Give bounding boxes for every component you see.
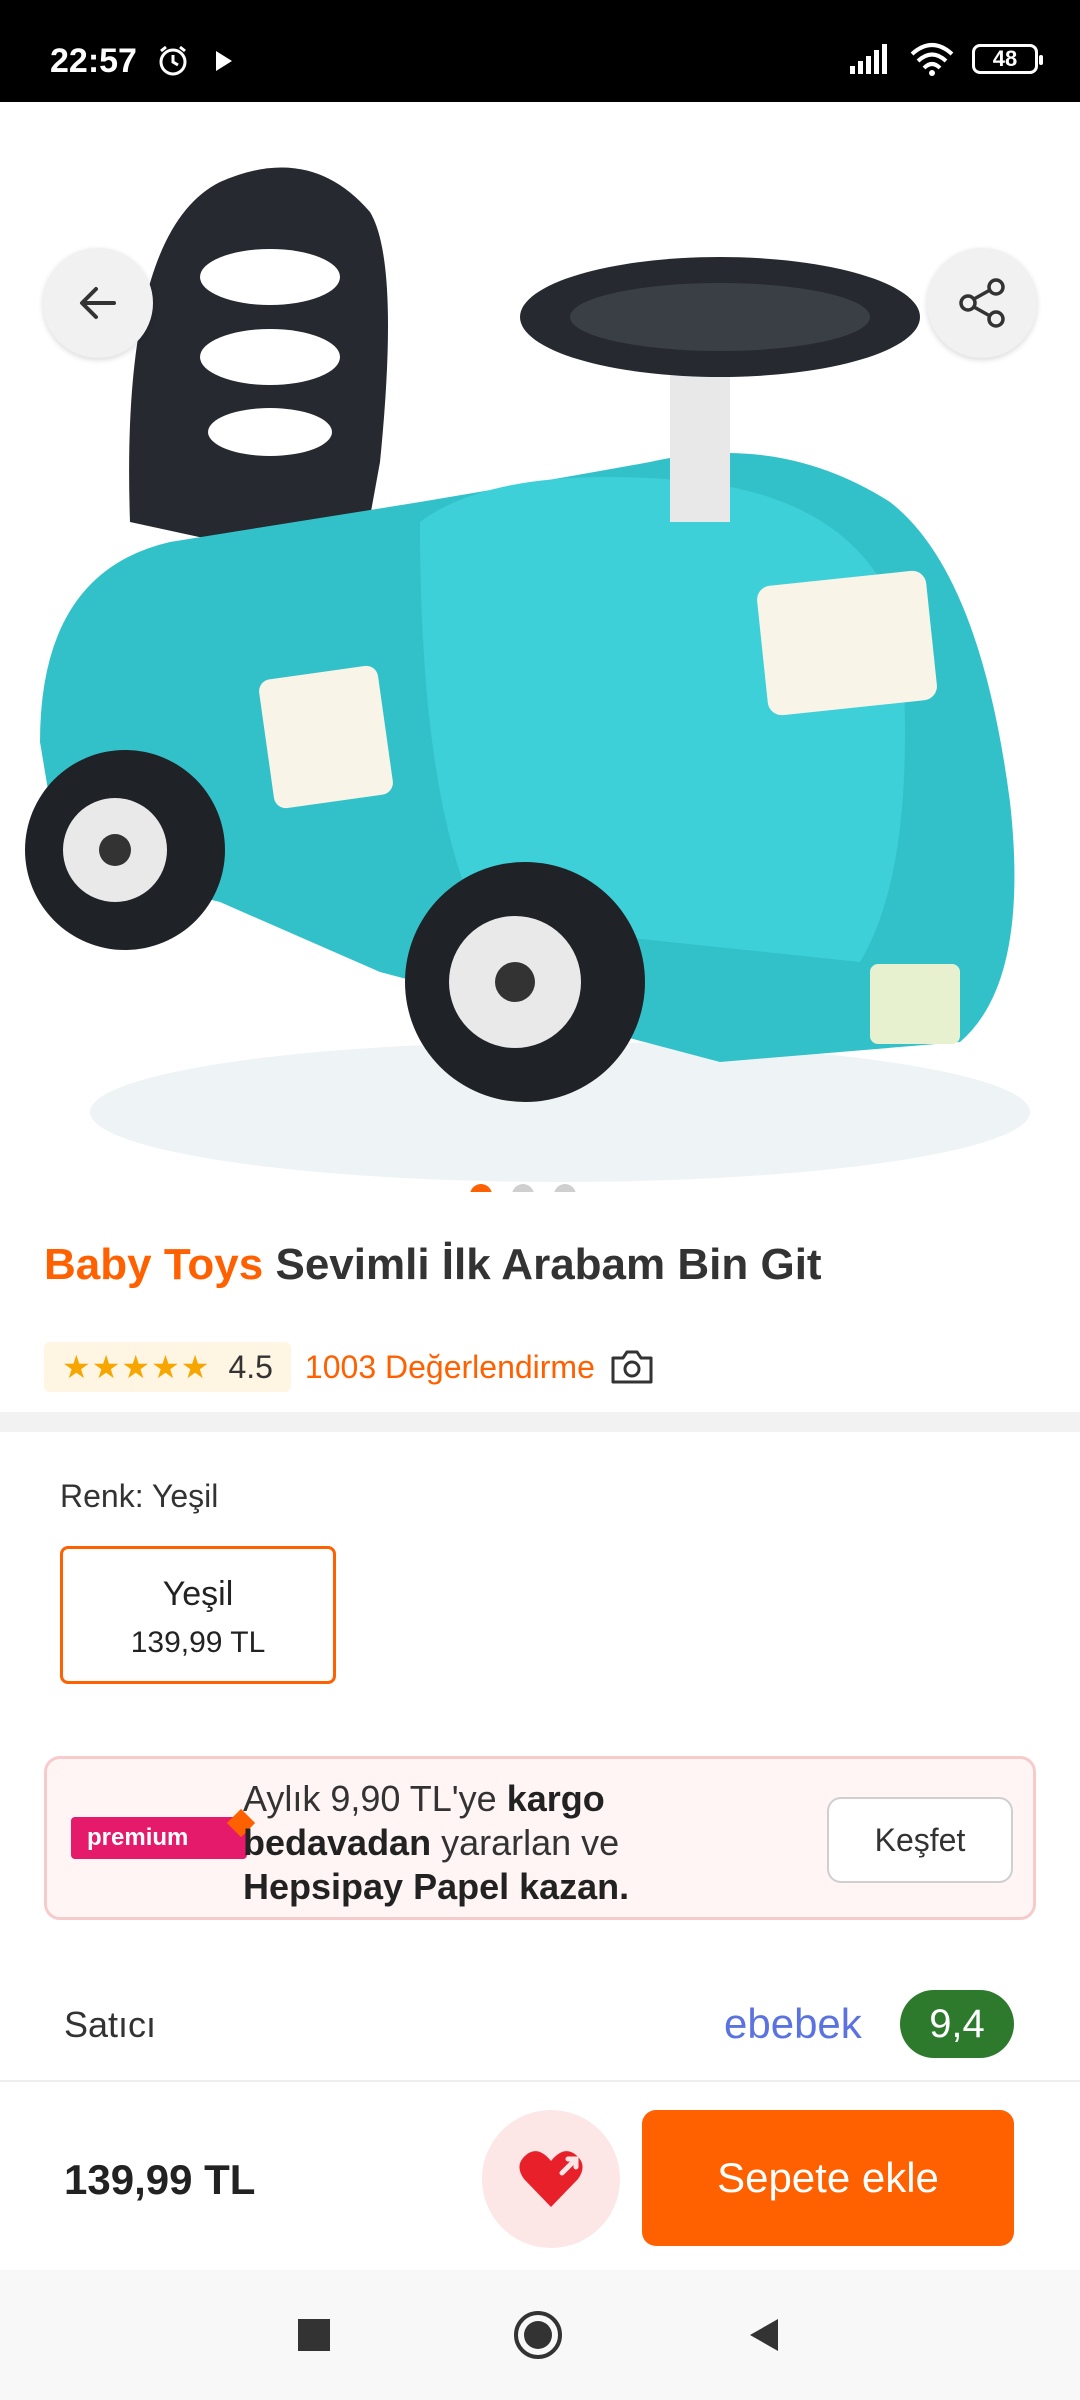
heart-icon: [519, 2151, 583, 2207]
bottom-action-bar: 139,99 TL Sepete ekle: [0, 2080, 1080, 2270]
status-right: 48: [848, 42, 1043, 76]
share-icon: [959, 278, 1005, 328]
wifi-icon: [910, 43, 954, 76]
review-count-link[interactable]: 1003 Değerlendirme: [305, 1349, 595, 1386]
premium-text-3-bold: Hepsipay Papel kazan.: [243, 1866, 630, 1907]
add-to-cart-button[interactable]: Sepete ekle: [642, 2110, 1014, 2246]
product-image[interactable]: [0, 102, 1080, 1192]
home-circle-icon[interactable]: [512, 2309, 564, 2361]
seller-score-badge: 9,4: [900, 1990, 1014, 2058]
seller-name-link[interactable]: ebebek: [724, 2000, 862, 2048]
premium-text-1-bold: kargo: [506, 1778, 605, 1819]
carousel-dot-active[interactable]: [470, 1184, 492, 1192]
explore-button[interactable]: Keşfet: [827, 1797, 1013, 1883]
seller-label: Satıcı: [64, 2004, 157, 2045]
rating-value: 4.5: [228, 1348, 273, 1385]
product-brand[interactable]: Baby Toys: [44, 1240, 263, 1289]
variant-name: Yeşil: [162, 1575, 234, 1613]
premium-badge: premium: [71, 1817, 247, 1859]
camera-icon[interactable]: [609, 1348, 655, 1386]
back-button[interactable]: [43, 248, 153, 358]
product-photo-ride-on-car: [25, 167, 1030, 1182]
status-left-icons: [156, 44, 236, 78]
product-title: Baby Toys Sevimli İlk Arabam Bin Git: [44, 1240, 822, 1290]
rating-stars-icon: ★★★★★: [62, 1349, 211, 1385]
battery-indicator: 48: [972, 44, 1043, 74]
system-nav-bar: [0, 2270, 1080, 2400]
variant-option-selected[interactable]: Yeşil 139,99 TL: [60, 1546, 336, 1684]
status-time: 22:57: [50, 42, 137, 80]
carousel-dot[interactable]: [512, 1184, 534, 1192]
color-label: Renk: Yeşil: [60, 1478, 219, 1514]
variant-price: 139,99 TL: [130, 1626, 266, 1659]
rating-chip[interactable]: ★★★★★ 4.5: [44, 1342, 291, 1392]
favorite-button[interactable]: [482, 2110, 620, 2248]
status-bar: 22:57 48: [0, 0, 1080, 102]
arrow-left-icon: [80, 287, 116, 319]
recents-square-icon[interactable]: [296, 2317, 332, 2353]
bottom-price: 139,99 TL: [64, 2156, 256, 2203]
premium-promo-card[interactable]: premium Aylık 9,90 TL'ye kargo bedavadan…: [44, 1756, 1036, 1920]
premium-text-1: Aylık 9,90 TL'ye: [243, 1778, 507, 1819]
carousel-dot[interactable]: [554, 1184, 576, 1192]
premium-text-2-bold: bedavadan: [243, 1822, 432, 1863]
back-triangle-icon[interactable]: [744, 2315, 784, 2355]
image-carousel-dots: [470, 1184, 576, 1192]
share-button[interactable]: [927, 248, 1037, 358]
product-name: Sevimli İlk Arabam Bin Git: [275, 1240, 822, 1289]
section-divider: [0, 1412, 1080, 1432]
premium-text-2: yararlan ve: [431, 1822, 620, 1863]
premium-promo-text: Aylık 9,90 TL'ye kargo bedavadan yararla…: [243, 1777, 663, 1909]
rating-row[interactable]: ★★★★★ 4.5 1003 Değerlendirme: [44, 1342, 655, 1392]
play-icon: [216, 51, 232, 71]
signal-icon: [850, 44, 887, 74]
alarm-icon: [159, 45, 187, 76]
